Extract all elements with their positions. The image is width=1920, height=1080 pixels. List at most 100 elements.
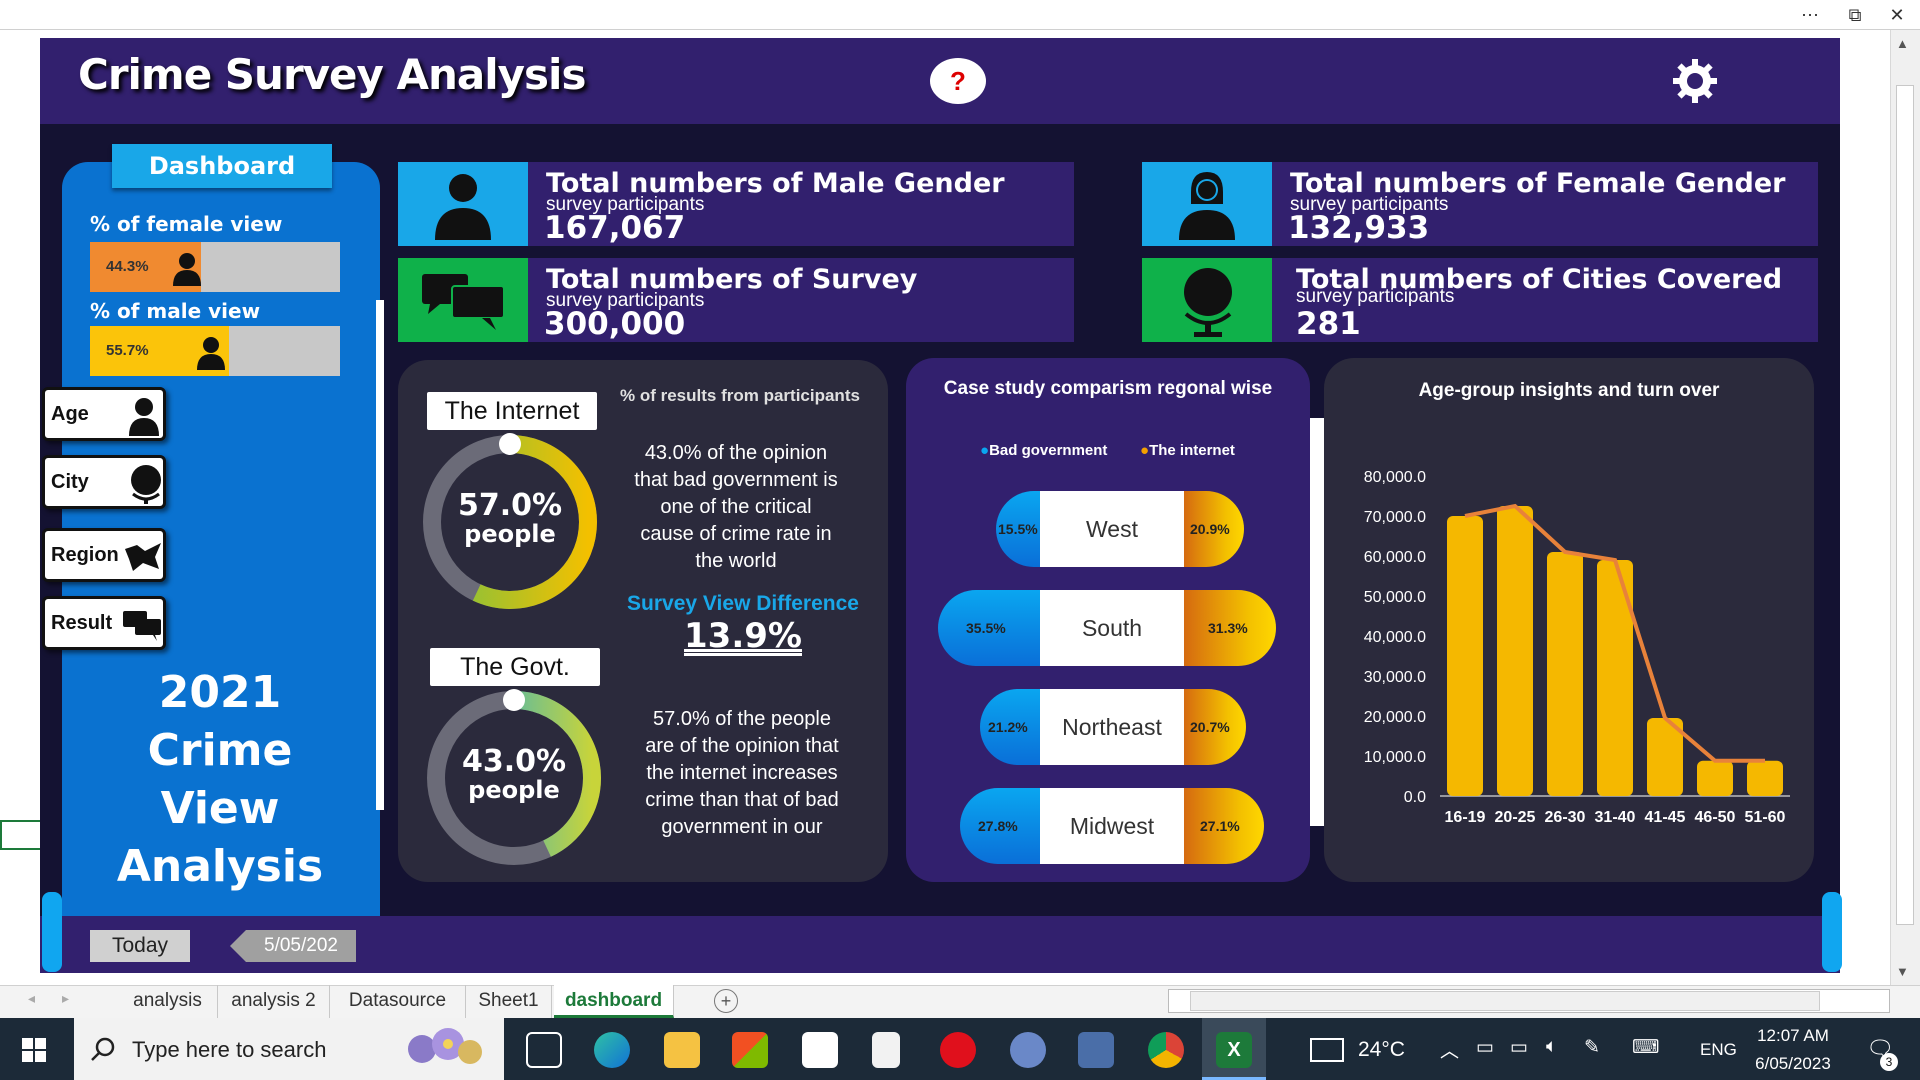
age-bar-chart: 80,000.0 70,000.0 60,000.0 50,000.0 40,000.0…	[1364, 469, 1790, 826]
next-sheet-icon[interactable]: ▸	[62, 990, 69, 1007]
clock-date[interactable]: 6/05/2023	[1738, 1054, 1848, 1074]
kpi-female-icon-box	[1142, 162, 1272, 246]
big-title-line: Analysis	[116, 841, 324, 892]
gear-icon[interactable]	[1672, 58, 1718, 104]
restore-window-icon[interactable]: ⧉	[1835, 2, 1875, 28]
x-tick-label: 26-30	[1545, 809, 1586, 826]
scroll-up-icon[interactable]: ▲	[1896, 36, 1909, 51]
meet-icon[interactable]: ▭	[1476, 1036, 1494, 1059]
nav-age-button[interactable]: Age	[42, 387, 166, 441]
region-name: South	[1040, 590, 1184, 666]
bar-20-25	[1497, 506, 1533, 796]
excel-icon[interactable]: X	[1216, 1032, 1252, 1068]
region-name: West	[1040, 491, 1184, 567]
kpi-female-value: 132,933	[1288, 210, 1430, 246]
sheet-tab-analysis[interactable]: analysis	[118, 985, 218, 1018]
selected-cell[interactable]	[0, 820, 42, 850]
internet-pct: 20.9%	[1190, 521, 1230, 537]
y-tick-label: 0.0	[1404, 789, 1426, 806]
weather-icon[interactable]	[1310, 1038, 1344, 1062]
big-title-line: 2021	[158, 667, 282, 718]
legend-bad-label: Bad government	[989, 442, 1108, 459]
govt-opinion-text: 43.0% of the opinion that bad government…	[616, 440, 856, 575]
legend-internet-label: The internet	[1149, 442, 1235, 459]
store-icon[interactable]	[732, 1032, 768, 1068]
bar-46-50	[1697, 760, 1733, 796]
scroll-down-icon[interactable]: ▼	[1896, 964, 1909, 979]
govt-unit: people	[468, 776, 560, 804]
scrollbar-thumb[interactable]	[1896, 85, 1914, 925]
region-name: Midwest	[1040, 788, 1184, 864]
mail-icon[interactable]	[802, 1032, 838, 1068]
x-tick-label: 16-19	[1445, 809, 1486, 826]
y-tick-label: 40,000.0	[1364, 629, 1426, 646]
tray-chevron-icon[interactable]: ︿	[1440, 1036, 1459, 1063]
language-indicator[interactable]: ENG	[1700, 1040, 1737, 1060]
x-tick-label: 20-25	[1495, 809, 1536, 826]
sheet-tab-datasource[interactable]: Datasource	[330, 985, 466, 1018]
big-title-line: View	[160, 783, 280, 834]
sheet-tab-analysis-2[interactable]: analysis 2	[218, 985, 330, 1018]
network-app-icon[interactable]	[1078, 1032, 1114, 1068]
legend-internet-swatch: ●	[1140, 442, 1150, 459]
sheet-tab-sheet1[interactable]: Sheet1	[466, 985, 552, 1018]
internet-pct: 57.0%	[457, 488, 563, 523]
nav-region-button[interactable]: Region	[42, 528, 166, 582]
nav-result-button[interactable]: Result	[42, 596, 166, 650]
text-line: the world	[695, 550, 777, 572]
clock-time[interactable]: 12:07 AM	[1738, 1026, 1848, 1046]
y-tick-label: 20,000.0	[1364, 709, 1426, 726]
chrome-icon[interactable]	[1148, 1032, 1184, 1068]
map-icon	[125, 543, 161, 571]
y-tick-label: 10,000.0	[1364, 749, 1426, 766]
legend-bad-swatch: ●	[980, 442, 990, 459]
weather-temp[interactable]: 24°C	[1358, 1038, 1405, 1062]
bad-pct: 21.2%	[988, 719, 1028, 735]
sidebar-divider	[376, 300, 384, 810]
y-tick-label: 80,000.0	[1364, 469, 1426, 486]
battery-icon[interactable]: ▭	[1510, 1036, 1528, 1059]
dashboard-tab[interactable]: Dashboard	[112, 144, 332, 188]
file-explorer-icon[interactable]	[664, 1032, 700, 1068]
today-label: Today	[90, 930, 190, 962]
close-window-icon[interactable]: ✕	[1877, 2, 1917, 28]
text-line: government in our	[661, 816, 823, 838]
text-line: are of the opinion that	[645, 735, 839, 757]
kpi-cities-subtitle: survey participants	[1296, 286, 1455, 307]
sheet-tab-dashboard[interactable]: dashboard	[554, 985, 674, 1018]
legend-internet: ●The internet	[1140, 442, 1235, 459]
edge-icon[interactable]	[594, 1032, 630, 1068]
female-icon	[173, 253, 201, 286]
text-line: cause of crime rate in	[640, 523, 832, 545]
more-options-icon[interactable]: ⋯	[1790, 2, 1830, 28]
x-tick-label: 46-50	[1695, 809, 1736, 826]
male-view-label: % of male view	[90, 299, 261, 323]
female-person-icon	[1179, 172, 1235, 240]
volume-icon[interactable]: 🔈︎	[1546, 1036, 1557, 1058]
globe-icon	[1184, 268, 1232, 337]
help-button[interactable]: ?	[930, 58, 986, 104]
govt-tag: The Govt.	[430, 648, 600, 686]
add-sheet-icon[interactable]: +	[714, 989, 738, 1013]
horizontal-scroll-thumb[interactable]	[1190, 991, 1820, 1011]
kpi-male-icon-box	[398, 162, 528, 246]
task-view-icon[interactable]	[526, 1032, 562, 1068]
x-tick-label: 51-60	[1745, 809, 1786, 826]
kpi-survey-card: Total numbers of Survey survey participa…	[398, 258, 1074, 342]
date-value: 5/05/202	[246, 930, 356, 962]
bad-pct: 27.8%	[978, 818, 1018, 834]
nav-city-button[interactable]: City	[42, 455, 166, 509]
opera-icon[interactable]	[940, 1032, 976, 1068]
r-app-icon[interactable]	[1010, 1032, 1046, 1068]
region-name: Northeast	[1040, 689, 1184, 765]
govt-pct: 43.0%	[461, 744, 567, 779]
chart-title: Age-group insights and turn over	[1418, 380, 1720, 401]
kpi-male-value: 167,067	[544, 210, 686, 246]
document-icon[interactable]	[872, 1032, 900, 1068]
region-row-midwest: 27.8% Midwest 27.1%	[960, 788, 1266, 864]
keyboard-icon[interactable]: ⌨︎	[1632, 1036, 1659, 1059]
prev-sheet-icon[interactable]: ◂	[28, 990, 35, 1007]
region-row-south: 35.5% South 31.3%	[938, 590, 1278, 666]
windows-start-icon[interactable]	[22, 1038, 46, 1062]
pen-icon[interactable]: ✎	[1584, 1036, 1600, 1059]
